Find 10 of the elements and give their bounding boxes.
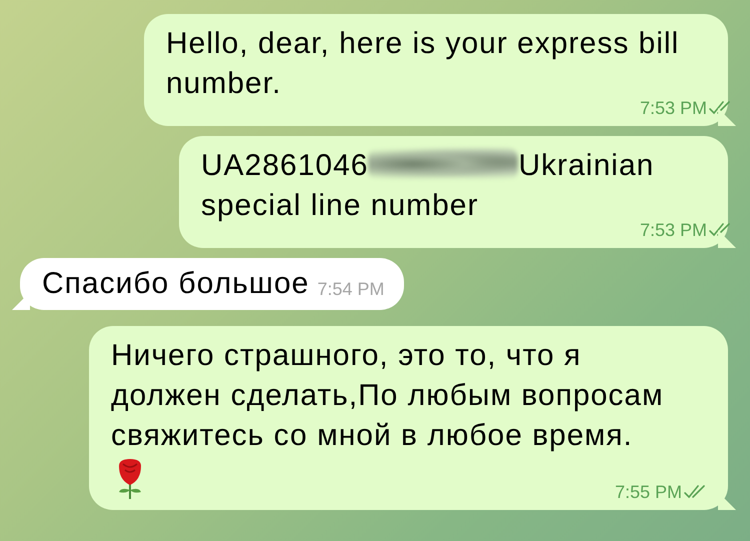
message-text: Ничего страшного, это то, что я должен сделать,По любым вопросам свяжитесь со мной в любое время. bbox=[111, 338, 665, 454]
message-time: 7:54 PM bbox=[317, 279, 384, 299]
message-text: Ukrainian bbox=[518, 149, 654, 182]
message-time: 7:55 PM bbox=[614, 482, 682, 502]
message-text: special line number bbox=[201, 188, 480, 224]
message-text: UA2861046 bbox=[201, 149, 368, 182]
message-time: 7:53 PM bbox=[640, 98, 707, 118]
message-text: Hello, dear, here is your express bill number. bbox=[166, 26, 680, 101]
message-text: Спасибо большое bbox=[42, 267, 310, 300]
message-time: 7:53 PM bbox=[640, 220, 707, 240]
